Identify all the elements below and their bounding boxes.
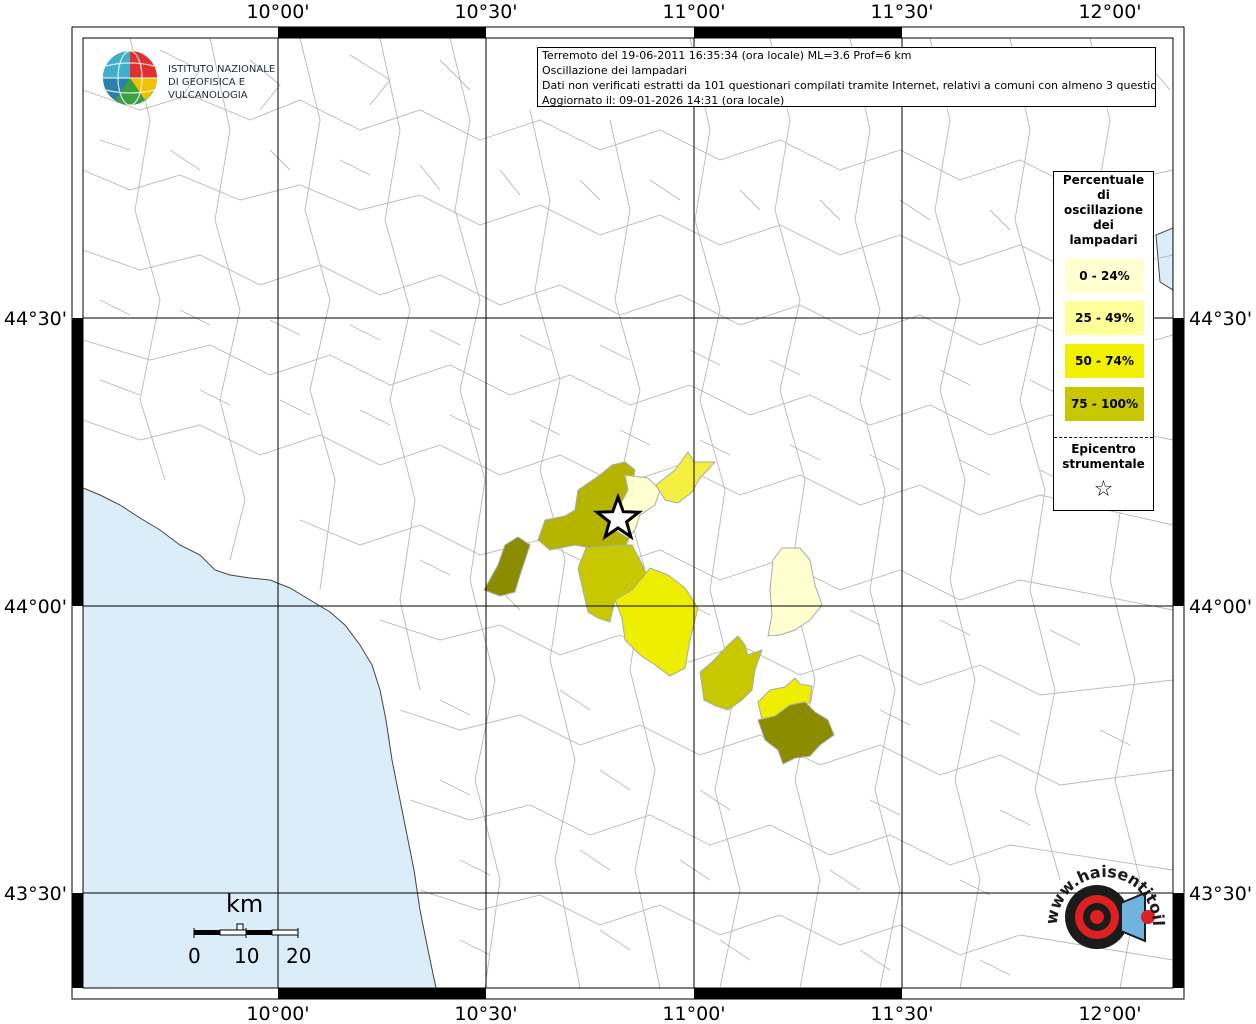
lat-label-right: 44°30' <box>1189 308 1252 330</box>
haisentito-logo: www.haisentitoilterremoto.it <box>1025 840 1183 985</box>
legend-title-line: di <box>1097 188 1110 202</box>
haisentito-icon: www.haisentitoilterremoto.it <box>1025 840 1168 949</box>
lat-label-right: 44°00' <box>1189 596 1252 618</box>
scale-label: 10 <box>234 944 260 968</box>
map-header: Terremoto del 19-06-2011 16:35:34 (ora l… <box>537 47 1156 107</box>
legend-class-50-74: 50 - 74% <box>1065 344 1144 378</box>
lon-labels-bottom: 10°00' 10°30' 11°00' 11°30' 12°00' <box>246 1003 1141 1024</box>
lon-label-bottom: 10°30' <box>454 1003 517 1024</box>
ingv-logo: ISTITUTO NAZIONALE DI GEOFISICA E VULCAN… <box>100 48 315 108</box>
lon-label-bottom: 11°00' <box>662 1003 725 1024</box>
legend-class-25-49: 25 - 49% <box>1065 301 1144 335</box>
lon-label-top: 12°00' <box>1078 1 1141 23</box>
scale-unit: km <box>226 890 264 918</box>
lat-label-right: 43°30' <box>1189 883 1252 905</box>
legend: Percentuale di oscillazione dei lampadar… <box>1053 171 1154 511</box>
lon-label-top: 10°30' <box>454 1 517 23</box>
legend-class-75-100: 75 - 100% <box>1065 387 1144 421</box>
legend-title-line: lampadari <box>1069 233 1138 247</box>
legend-title: Percentuale di oscillazione dei lampadar… <box>1054 173 1153 248</box>
scale-label: 20 <box>286 944 312 968</box>
legend-separator <box>1054 437 1153 438</box>
star-icon: ☆ <box>1093 477 1114 502</box>
lon-label-bottom: 12°00' <box>1078 1003 1141 1024</box>
scale-label: 0 <box>188 944 201 968</box>
scale-bar: km 0 10 20 <box>188 890 318 970</box>
legend-title-line: Percentuale <box>1062 173 1145 187</box>
legend-class-0-24: 0 - 24% <box>1065 259 1144 293</box>
lon-label-top: 11°00' <box>662 1 725 23</box>
logo-text-line1: ISTITUTO NAZIONALE <box>168 64 276 75</box>
logo-text-line2: DI GEOFISICA E VULCANOLOGIA <box>168 77 248 101</box>
lat-label-left: 44°00' <box>4 596 67 618</box>
lat-labels-left: 44°30' 44°00' 43°30' <box>4 308 67 905</box>
header-updated-line: Aggiornato il: 09-01-2026 14:31 (ora loc… <box>542 94 785 107</box>
header-subject-line: Oscillazione dei lampadari <box>542 64 687 77</box>
lat-label-left: 43°30' <box>4 883 67 905</box>
legend-epicenter-line: strumentale <box>1062 457 1145 471</box>
lon-label-bottom: 11°30' <box>870 1003 933 1024</box>
lon-label-top: 10°00' <box>246 1 309 23</box>
lon-labels-top: 10°00' 10°30' 11°00' 11°30' 12°00' <box>246 1 1141 23</box>
lon-label-top: 11°30' <box>870 1 933 23</box>
lon-label-bottom: 10°00' <box>246 1003 309 1024</box>
legend-title-line: oscillazione <box>1064 203 1143 217</box>
legend-title-line: dei <box>1093 218 1114 232</box>
legend-epicenter-line: Epicentro <box>1071 442 1136 456</box>
header-notice-line: Dati non verificati estratti da 101 ques… <box>542 79 1156 92</box>
header-event-line: Terremoto del 19-06-2011 16:35:34 (ora l… <box>542 49 912 62</box>
legend-epicenter-label: Epicentro strumentale <box>1054 442 1153 472</box>
lat-label-left: 44°30' <box>4 308 67 330</box>
globe-icon <box>103 50 157 106</box>
lat-labels-right: 44°30' 44°00' 43°30' <box>1189 308 1252 905</box>
